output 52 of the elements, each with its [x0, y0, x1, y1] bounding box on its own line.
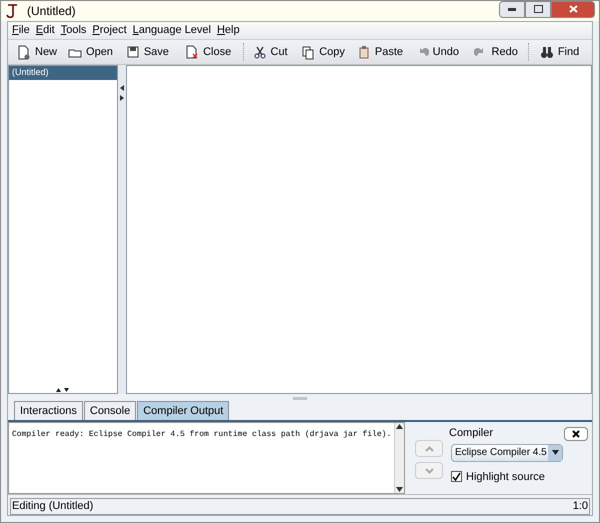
document-item[interactable]: (Untitled)	[9, 66, 117, 80]
compiler-dropdown[interactable]: Eclipse Compiler 4.5	[451, 444, 563, 462]
find-button[interactable]: Find	[531, 42, 588, 62]
minimize-button[interactable]	[499, 0, 525, 18]
cut-button[interactable]: Cut	[246, 42, 295, 62]
menu-item[interactable]: Edit	[36, 22, 55, 39]
compiler-output-text: Compiler ready: Eclipse Compiler 4.5 from runtime class path (drjava jar file).	[11, 429, 392, 441]
chevron-down-icon	[424, 468, 434, 474]
chevron-up-icon	[424, 446, 434, 452]
menu-item[interactable]: Help	[216, 22, 240, 39]
window-title: (Untitled)	[27, 3, 76, 20]
scroll-up-icon	[396, 424, 404, 429]
maximize-button[interactable]	[525, 0, 551, 18]
status-text: Editing (Untitled)	[12, 498, 94, 514]
menu-item[interactable]: Language Level	[132, 22, 211, 39]
paste-button[interactable]: Paste	[351, 42, 408, 62]
highlight-checkbox[interactable]	[451, 471, 462, 482]
new-button[interactable]: New	[12, 42, 62, 62]
menu-item[interactable]: Project	[92, 22, 127, 39]
save-button[interactable]: Save	[118, 42, 176, 62]
sort-arrows-icon	[56, 388, 70, 392]
close-icon	[572, 430, 580, 438]
clipboard-icon	[356, 44, 371, 60]
tab[interactable]: Interactions	[14, 401, 83, 420]
binoculars-icon	[540, 44, 554, 60]
app-icon	[5, 3, 19, 19]
close-panel-button[interactable]	[564, 427, 588, 441]
highlight-source-label: Highlight source	[466, 470, 545, 484]
close-file-icon	[185, 44, 200, 60]
maximize-icon	[534, 5, 542, 13]
close-button[interactable]: Close	[176, 42, 241, 62]
scissors-icon	[252, 44, 266, 60]
tab[interactable]: Compiler Output	[137, 401, 230, 420]
dropdown-arrow-icon	[552, 450, 558, 455]
open-button[interactable]: Open	[62, 42, 119, 62]
cursor-position: 1:0	[572, 498, 588, 514]
scrollbar[interactable]	[394, 423, 404, 493]
tab[interactable]: Console	[84, 401, 136, 420]
compiler-label: Compiler	[449, 426, 494, 441]
scroll-down-icon	[396, 487, 404, 492]
menu-item[interactable]: File	[12, 22, 30, 39]
collapse-arrows-icon	[120, 85, 124, 101]
new-file-icon	[17, 44, 31, 60]
copy-button[interactable]: Copy	[294, 42, 352, 62]
redo-button[interactable]: Redo	[465, 42, 526, 62]
minimize-icon	[508, 8, 516, 10]
close-icon	[568, 5, 578, 13]
close-button[interactable]	[551, 0, 595, 18]
splitter-grip-icon	[293, 396, 307, 400]
undo-button[interactable]: Undo	[408, 42, 466, 62]
copy-icon	[301, 44, 316, 60]
menu-item[interactable]: Tools	[60, 22, 86, 39]
